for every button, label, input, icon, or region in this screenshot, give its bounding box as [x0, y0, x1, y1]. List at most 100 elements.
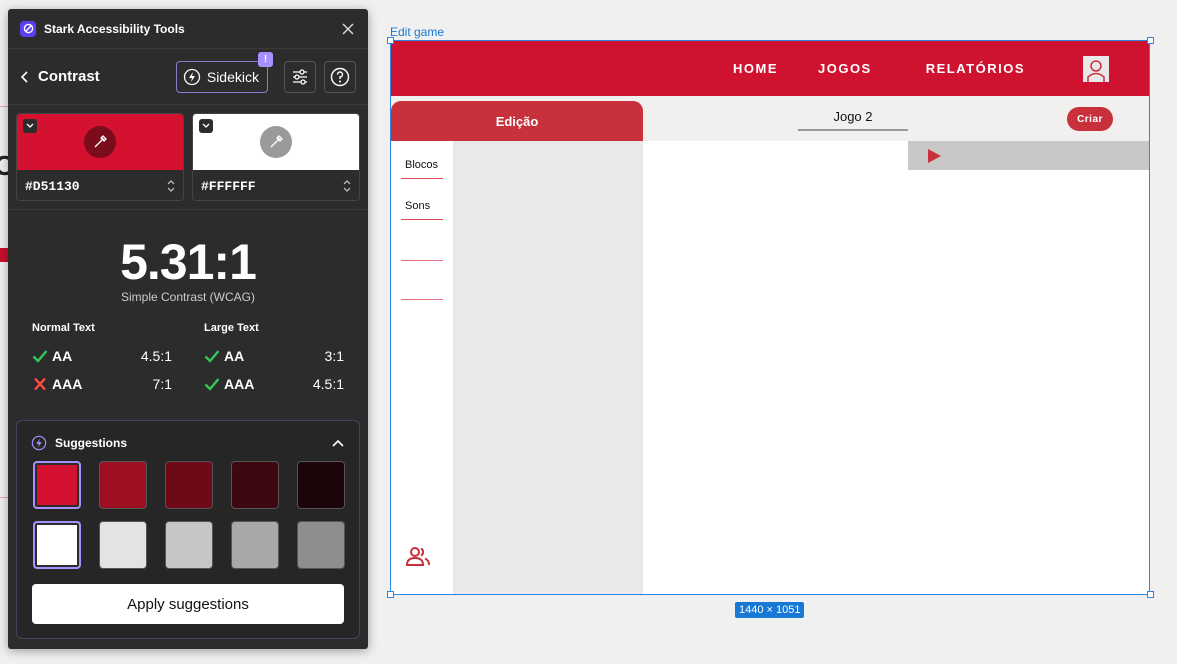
- foreground-hex-field[interactable]: #D51130: [17, 170, 183, 200]
- sidebar-divider: [401, 299, 443, 300]
- eyedropper-icon[interactable]: [84, 126, 116, 158]
- background-suggestion-swatch[interactable]: [99, 521, 147, 569]
- check-icon: [204, 378, 220, 391]
- sliders-icon: [293, 68, 307, 85]
- normal-aaa-value: 7:1: [152, 376, 172, 392]
- tab-edicao[interactable]: Edição: [391, 101, 643, 141]
- large-text-results: Large Text AA 3:1 AAA 4.5:1: [172, 322, 344, 398]
- eyedropper-icon[interactable]: [260, 126, 292, 158]
- foreground-swatch: #D51130: [16, 113, 184, 201]
- sidebar-item-blocos[interactable]: Blocos: [401, 152, 443, 179]
- background-suggestions: [33, 521, 359, 569]
- normal-aaa-row: AAA 7:1: [32, 370, 172, 398]
- blocks-palette-pane: [453, 141, 643, 594]
- color-swatches: #D51130 #FFFFFF: [8, 105, 368, 210]
- foreground-color-preview: [17, 114, 183, 170]
- resize-handle[interactable]: [1147, 591, 1154, 598]
- large-aaa-value: 4.5:1: [312, 376, 344, 392]
- foreground-suggestion-swatch[interactable]: [99, 461, 147, 509]
- criar-button[interactable]: Criar: [1067, 107, 1113, 131]
- plugin-titlebar: Stark Accessibility Tools: [8, 9, 368, 49]
- background-suggestion-swatch[interactable]: [165, 521, 213, 569]
- plugin-title: Stark Accessibility Tools: [44, 21, 185, 36]
- large-aa-value: 3:1: [324, 348, 344, 364]
- stark-logo-icon: [20, 20, 36, 37]
- normal-text-results: Normal Text AA 4.5:1 AAA 7:1: [32, 322, 172, 398]
- sidekick-button[interactable]: Sidekick !: [175, 51, 273, 93]
- background-suggestion-swatch[interactable]: [231, 521, 279, 569]
- close-icon[interactable]: [340, 21, 356, 37]
- help-icon: [330, 67, 350, 86]
- resize-handle[interactable]: [387, 591, 394, 598]
- script-canvas-pane[interactable]: [643, 141, 908, 594]
- nav-jogos[interactable]: JOGOS: [818, 61, 872, 76]
- contrast-ratio: 5.31:1 Simple Contrast (WCAG): [8, 210, 368, 304]
- lightning-icon: [183, 68, 201, 85]
- normal-aa-value: 4.5:1: [140, 348, 172, 364]
- sidebar-item-sons[interactable]: Sons: [401, 193, 443, 220]
- chevron-down-icon[interactable]: [199, 119, 213, 133]
- apply-suggestions-button[interactable]: Apply suggestions: [32, 584, 344, 624]
- settings-sliders-button[interactable]: [284, 60, 316, 93]
- normal-aa-label: AA: [52, 348, 73, 364]
- user-icon[interactable]: [1083, 55, 1109, 82]
- contrast-ratio-label: Simple Contrast (WCAG): [120, 290, 256, 304]
- normal-aaa-label: AAA: [52, 376, 83, 392]
- chevron-down-icon[interactable]: [23, 119, 37, 133]
- chevron-left-icon: [20, 70, 28, 83]
- check-icon: [32, 350, 48, 363]
- sidebar-divider: [401, 260, 443, 261]
- background-suggestion-swatch[interactable]: [297, 521, 345, 569]
- nav-relatorios[interactable]: RELATÓRIOS: [926, 61, 1025, 76]
- foreground-suggestion-swatch[interactable]: [165, 461, 213, 509]
- canvas-edge-line: [0, 106, 8, 107]
- lightning-icon: [31, 435, 47, 451]
- play-icon[interactable]: [926, 148, 942, 164]
- preview-toolbar: [908, 141, 1149, 170]
- sidekick-label: Sidekick: [206, 68, 259, 85]
- background-swatch: #FFFFFF: [192, 113, 360, 201]
- foreground-suggestion-swatch[interactable]: [33, 461, 81, 509]
- edit-game-frame[interactable]: HOME JOGOS RELATÓRIOS Edição Jogo 2 Cria…: [390, 40, 1150, 595]
- preview-pane: [908, 141, 1149, 594]
- help-button[interactable]: [324, 60, 356, 93]
- contrast-ratio-value: 5.31:1: [120, 234, 257, 290]
- large-aa-row: AA 3:1: [204, 342, 344, 370]
- back-button[interactable]: Contrast: [20, 68, 176, 85]
- foreground-hex-value: #D51130: [25, 178, 80, 194]
- foreground-suggestion-swatch[interactable]: [231, 461, 279, 509]
- canvas-edge-tag: [0, 248, 8, 262]
- editor-sidebar: Blocos Sons: [391, 141, 453, 594]
- editor-workspace: Blocos Sons: [391, 141, 1149, 594]
- large-text-heading: Large Text: [204, 322, 259, 334]
- plugin-toolbar: Contrast Sidekick !: [8, 49, 368, 105]
- suggestion-swatch-grid: [17, 453, 359, 569]
- check-icon: [204, 350, 220, 363]
- editor-subbar: Edição Jogo 2 Criar: [391, 96, 1149, 141]
- normal-aa-row: AA 4.5:1: [32, 342, 172, 370]
- sidekick-badge: !: [258, 51, 273, 67]
- game-name-field[interactable]: Jogo 2: [798, 109, 908, 131]
- foreground-suggestion-swatch[interactable]: [297, 461, 345, 509]
- section-title: Contrast: [38, 68, 100, 85]
- canvas-edge-line: [0, 497, 8, 498]
- chevron-up-icon[interactable]: [331, 438, 345, 448]
- background-suggestion-swatch[interactable]: [33, 521, 81, 569]
- suggestions-title: Suggestions: [55, 436, 128, 450]
- nav-home[interactable]: HOME: [733, 61, 778, 76]
- suggestions-header[interactable]: Suggestions: [17, 421, 359, 453]
- foreground-suggestions: [33, 461, 359, 509]
- large-aa-label: AA: [224, 348, 245, 364]
- stark-plugin-panel: Stark Accessibility Tools Contrast Sidek…: [8, 9, 368, 649]
- background-hex-field[interactable]: #FFFFFF: [193, 170, 359, 200]
- background-hex-value: #FFFFFF: [201, 178, 256, 194]
- resize-handle[interactable]: [387, 37, 394, 44]
- frame-dimensions-badge: 1440 × 1051: [735, 602, 805, 618]
- large-aaa-row: AAA 4.5:1: [204, 370, 344, 398]
- frame-label[interactable]: Edit game: [390, 25, 444, 39]
- users-icon[interactable]: [405, 546, 430, 571]
- resize-handle[interactable]: [1147, 37, 1154, 44]
- stepper-icon: [167, 180, 175, 192]
- background-color-preview: [193, 114, 359, 170]
- normal-text-heading: Normal Text: [32, 322, 95, 334]
